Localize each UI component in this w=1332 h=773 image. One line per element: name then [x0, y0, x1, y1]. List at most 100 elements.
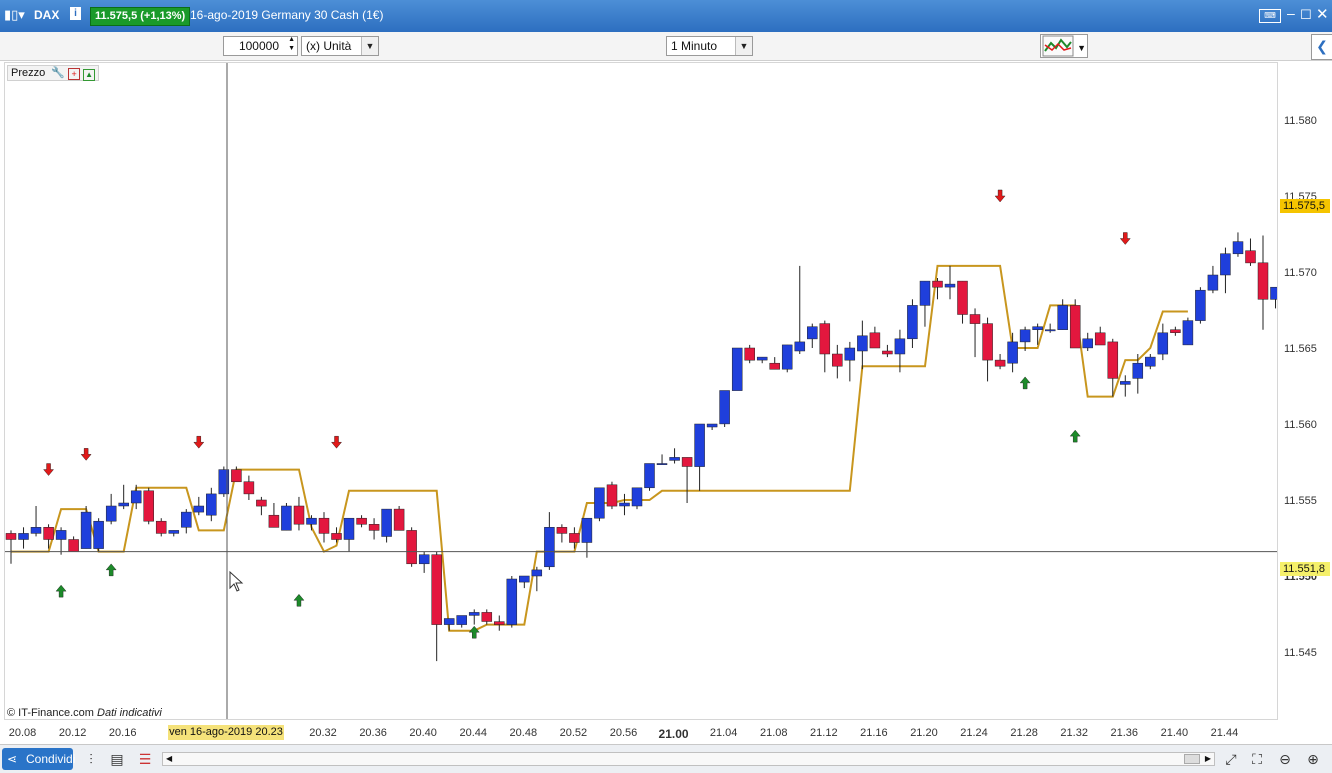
share-icon: ⋖ [7, 752, 18, 766]
price-tick-label: 11.560 [1284, 419, 1317, 431]
candle-body [343, 517, 355, 540]
candle [556, 524, 568, 543]
side-panel-toggle[interactable]: ❮ [1311, 34, 1332, 60]
candle [1245, 238, 1256, 266]
price-chart-panel[interactable]: Prezzo 🔧 + ▲ © IT-Finance.com Dati indic… [4, 62, 1278, 720]
price-tick-label: 11.565 [1284, 343, 1317, 355]
candle [281, 503, 292, 531]
symbol-label[interactable]: DAX [34, 8, 59, 22]
unit-select[interactable]: (x) Unità ▼ [301, 36, 379, 56]
candle [919, 280, 931, 327]
sell-signal-arrow [331, 436, 342, 449]
candlestick-chart[interactable] [5, 63, 1277, 719]
indicators-list-icon[interactable]: ☰ [134, 748, 156, 770]
chart-app-icon[interactable]: ▮▯▾ [4, 7, 25, 23]
quantity-input[interactable]: 100000 ▲ ▼ [223, 36, 298, 56]
scrollbar-thumb[interactable] [1184, 754, 1200, 764]
candle [481, 609, 493, 625]
candle-body [857, 335, 868, 352]
horizontal-scrollbar[interactable]: ◀ ▶ [162, 752, 1215, 766]
candle-body [68, 539, 79, 552]
buy-signal-arrow [1019, 376, 1031, 390]
candle [368, 518, 380, 540]
candle-body [506, 578, 518, 625]
candle [944, 265, 956, 300]
candle-body [907, 305, 918, 340]
candle [1270, 286, 1277, 309]
indicator-chart-icon [1042, 35, 1074, 57]
candle [343, 517, 355, 552]
candle-body [1132, 362, 1144, 379]
candle-body [932, 280, 943, 288]
candle [494, 615, 505, 631]
candle [756, 356, 768, 364]
instrument-title: 16-ago-2019 Germany 30 Cash (1€) [190, 8, 384, 22]
candle-body [706, 423, 718, 428]
candle [5, 530, 17, 564]
candle-body [631, 487, 643, 507]
candle [1082, 332, 1093, 351]
chevron-down-icon[interactable]: ▼ [361, 37, 378, 55]
candle-body [1245, 250, 1256, 264]
candle-body [1069, 305, 1081, 349]
timeframe-select[interactable]: 1 Minuto ▼ [666, 36, 753, 56]
scroll-left-icon[interactable]: ◀ [166, 753, 172, 765]
timeframe-selected-value: 1 Minuto [671, 39, 718, 53]
minimize-icon[interactable]: – [1287, 5, 1295, 21]
time-tick-label: 20.32 [309, 727, 337, 739]
candle-body [1270, 286, 1277, 300]
share-button[interactable]: ⋖ Condividi [2, 748, 75, 770]
zoom-out-icon[interactable]: ⊖ [1274, 748, 1296, 770]
candle-body [669, 457, 680, 461]
candle [118, 484, 129, 510]
candle-body [882, 350, 893, 355]
candle [431, 551, 442, 662]
candle [644, 463, 655, 491]
time-tick-label: 21.36 [1110, 727, 1139, 739]
price-change-badge: 11.575,5 (+1,13%) [90, 7, 191, 26]
candle-body [481, 612, 493, 622]
candle-body [293, 505, 305, 525]
candle [769, 357, 780, 370]
candle [631, 487, 643, 510]
maximize-icon[interactable]: ☐ [1300, 7, 1312, 23]
candle [794, 265, 806, 354]
spinner-arrows-icon[interactable]: ▲ ▼ [288, 35, 295, 53]
candle-body [1220, 253, 1231, 276]
candle [393, 506, 405, 531]
candle-body [143, 490, 154, 522]
candle-body [494, 621, 505, 625]
indicator-picker-button[interactable]: ▼ [1040, 34, 1088, 58]
candle-body [594, 487, 605, 519]
candle [1044, 323, 1056, 333]
candle-body [1207, 274, 1219, 291]
candle-body [1195, 289, 1206, 321]
candle-body [681, 457, 693, 467]
price-axis[interactable] [1278, 62, 1332, 720]
candle [468, 609, 480, 625]
candle [43, 524, 54, 549]
chevron-down-icon[interactable]: ▼ [1077, 39, 1086, 57]
candle-body [468, 612, 480, 616]
candle-body [118, 502, 129, 507]
zoom-in-icon[interactable]: ⊕ [1302, 748, 1324, 770]
close-icon[interactable]: ✕ [1316, 5, 1329, 23]
candle [143, 487, 154, 525]
auto-scale-icon[interactable]: ⤢ [1220, 748, 1242, 770]
time-tick-label: 20.40 [409, 727, 437, 739]
time-tick-label: 20.44 [459, 727, 487, 739]
scroll-right-icon[interactable]: ▶ [1205, 753, 1211, 765]
candle [1094, 326, 1106, 346]
time-tick-label: 20.36 [359, 727, 387, 739]
candle-body [1182, 320, 1194, 346]
candle-body [1232, 241, 1244, 255]
info-icon[interactable]: i [70, 7, 81, 20]
keyboard-icon[interactable]: ⌨ [1259, 9, 1281, 23]
chart-type-icon[interactable]: ⫶ [80, 748, 102, 770]
chevron-down-icon[interactable]: ▼ [735, 37, 752, 55]
candle-body [756, 356, 768, 361]
fit-chart-icon[interactable]: ⛶ [1246, 748, 1268, 770]
data-table-icon[interactable]: ▤ [106, 748, 128, 770]
time-tick-label: 21.16 [860, 727, 888, 739]
candle [306, 515, 317, 531]
